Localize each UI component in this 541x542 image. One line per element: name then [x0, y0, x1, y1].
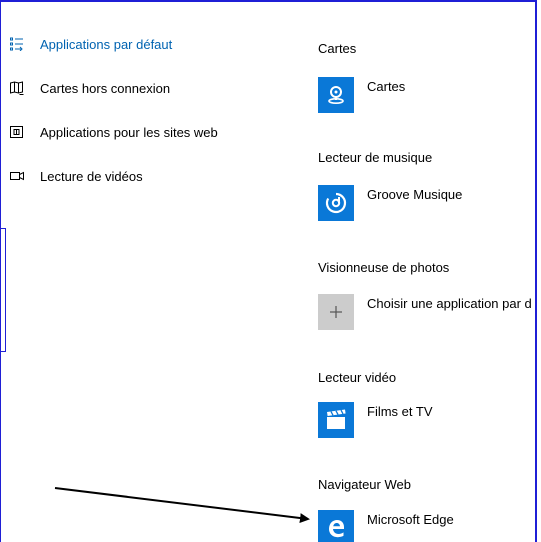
- plus-icon: [318, 294, 354, 330]
- default-app-photos[interactable]: Choisir une application par d: [318, 294, 532, 330]
- default-app-browser[interactable]: Microsoft Edge: [318, 510, 454, 542]
- sidebar-item-label: Lecture de vidéos: [40, 168, 143, 184]
- settings-window: Applications par défaut Cartes hors conn…: [0, 0, 541, 542]
- section-title-photo-viewer: Visionneuse de photos: [318, 260, 450, 275]
- default-apps-icon: [10, 37, 24, 51]
- offline-maps-icon: [10, 81, 24, 95]
- annotation-frame-right: [535, 0, 537, 542]
- video-playback-icon: [10, 169, 24, 183]
- films-tv-icon: [318, 402, 354, 438]
- apps-for-websites-icon: [10, 125, 24, 139]
- app-name: Microsoft Edge: [367, 512, 454, 527]
- section-title-web-browser: Navigateur Web: [318, 477, 411, 492]
- section-title-maps: Cartes: [318, 41, 357, 56]
- groove-music-icon: [318, 185, 354, 221]
- edge-icon: [318, 510, 354, 542]
- default-app-video[interactable]: Films et TV: [318, 402, 433, 438]
- default-app-maps[interactable]: Cartes: [318, 77, 405, 113]
- app-name: Cartes: [367, 79, 406, 94]
- app-name: Choisir une application par d: [367, 296, 532, 311]
- section-title-video-player: Lecteur vidéo: [318, 370, 397, 385]
- app-name: Films et TV: [367, 404, 433, 419]
- maps-icon: [318, 77, 354, 113]
- sidebar-item-label: Applications par défaut: [40, 36, 173, 52]
- section-title-music-player: Lecteur de musique: [318, 150, 433, 165]
- sidebar-item-apps-for-websites[interactable]: Applications pour les sites web: [10, 121, 218, 143]
- sidebar-item-offline-maps[interactable]: Cartes hors connexion: [10, 77, 170, 99]
- annotation-callout-box: [0, 228, 6, 352]
- sidebar-item-label: Cartes hors connexion: [40, 80, 171, 96]
- sidebar-item-video-playback[interactable]: Lecture de vidéos: [10, 165, 143, 187]
- sidebar-item-default-apps[interactable]: Applications par défaut: [10, 33, 172, 55]
- app-name: Groove Musique: [367, 187, 463, 202]
- annotation-frame-top: [0, 0, 535, 2]
- sidebar-item-label: Applications pour les sites web: [40, 124, 218, 140]
- default-app-music[interactable]: Groove Musique: [318, 185, 462, 221]
